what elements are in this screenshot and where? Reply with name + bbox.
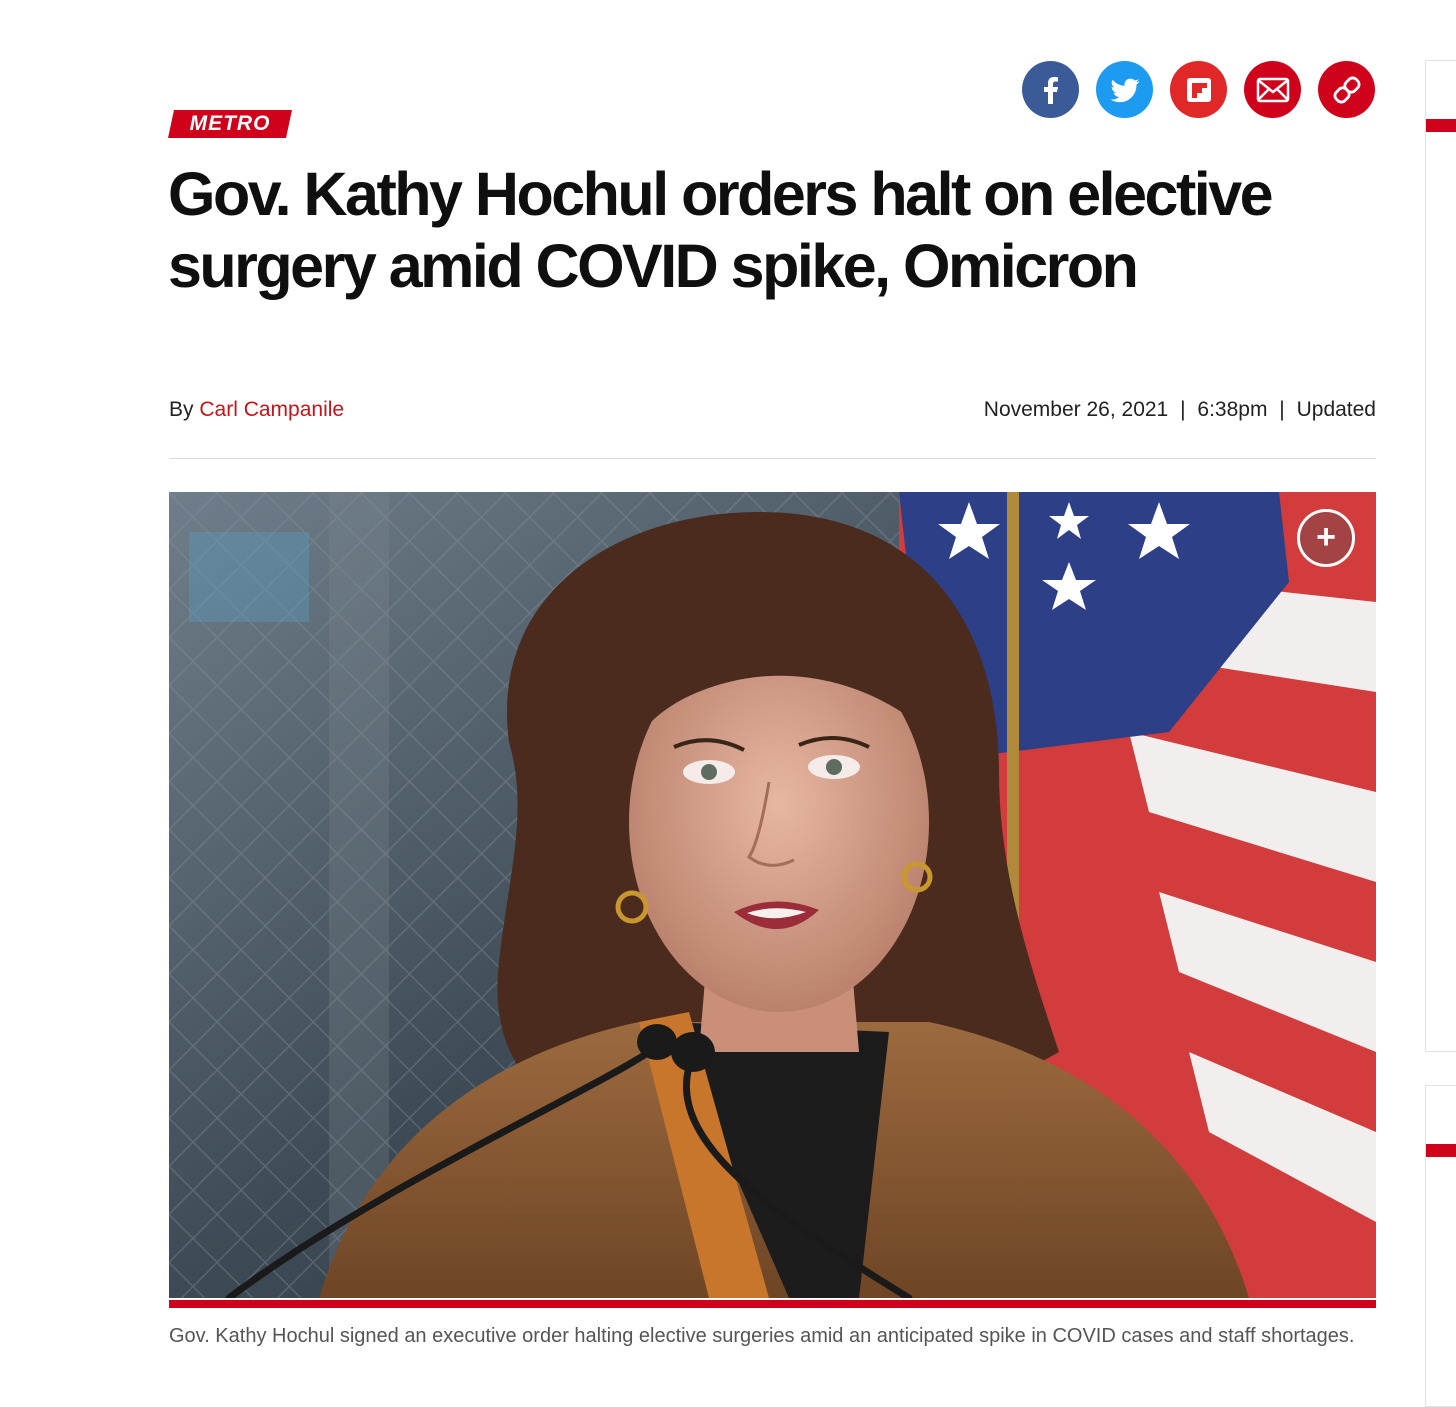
dateline: November 26, 2021 | 6:38pm | Updated <box>984 398 1376 422</box>
twitter-icon <box>1110 78 1139 102</box>
photo-caption: Gov. Kathy Hochul signed an executive or… <box>169 1325 1355 1347</box>
flipboard-share-button[interactable] <box>1170 61 1227 118</box>
sidebar-card-accent <box>1426 119 1456 132</box>
share-bar <box>1022 61 1375 118</box>
plus-icon: + <box>1316 517 1336 556</box>
sidebar-card <box>1425 60 1456 1052</box>
photo-illustration <box>169 492 1376 1298</box>
author-link[interactable]: Carl Campanile <box>199 398 344 421</box>
facebook-share-button[interactable] <box>1022 61 1079 118</box>
sidebar-card <box>1425 1085 1456 1407</box>
time-separator: | <box>1279 398 1285 421</box>
copy-link-button[interactable] <box>1318 61 1375 118</box>
sidebar-card-accent <box>1426 1144 1456 1157</box>
byline: By Carl Campanile <box>169 398 344 422</box>
date-separator: | <box>1180 398 1186 421</box>
article-photo[interactable] <box>169 492 1376 1298</box>
section-tag[interactable]: METRO <box>168 110 292 138</box>
expand-photo-button[interactable]: + <box>1297 509 1355 567</box>
updated-label: Updated <box>1296 398 1376 421</box>
section-tag-label: METRO <box>189 112 271 135</box>
email-share-button[interactable] <box>1244 61 1301 118</box>
facebook-icon <box>1043 76 1058 104</box>
article-headline: Gov. Kathy Hochul orders halt on electiv… <box>168 160 1274 300</box>
photo-accent-bar <box>169 1300 1376 1308</box>
link-icon <box>1333 76 1360 103</box>
byline-prefix: By <box>169 398 194 421</box>
flipboard-icon <box>1186 77 1211 102</box>
header-divider <box>169 458 1376 459</box>
twitter-share-button[interactable] <box>1096 61 1153 118</box>
email-icon <box>1256 77 1289 102</box>
publish-time: 6:38pm <box>1197 398 1268 421</box>
publish-date: November 26, 2021 <box>983 398 1169 421</box>
